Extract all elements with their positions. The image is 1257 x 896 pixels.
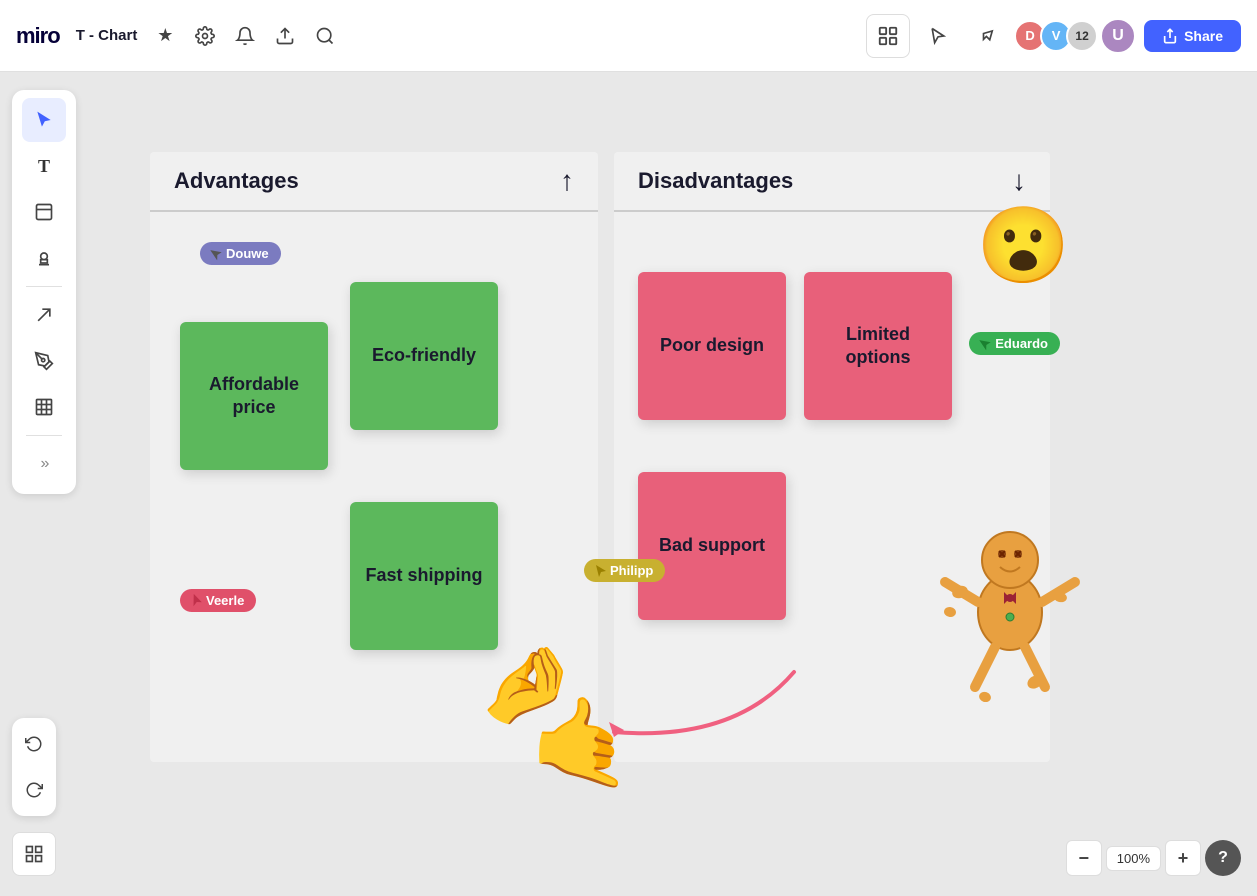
stamp-tool[interactable] (22, 236, 66, 280)
avatar-count: 12 (1066, 20, 1098, 52)
undo-button[interactable] (12, 722, 56, 766)
left-toolbar: T » (12, 90, 76, 494)
advantages-section: Advantages ↑ Douwe Affordable price Eco-… (150, 152, 598, 762)
advantages-title: Advantages (174, 168, 560, 194)
cursor-veerle: Veerle (180, 589, 256, 612)
tool-divider-2 (26, 435, 62, 436)
sticky-limited-options[interactable]: Limited options (804, 272, 952, 420)
sticky-bad-support[interactable]: Bad support (638, 472, 786, 620)
arrow-tool[interactable] (22, 293, 66, 337)
sticky-fast-shipping[interactable]: Fast shipping (350, 502, 498, 650)
zoom-in-button[interactable]: + (1165, 840, 1201, 876)
bell-button[interactable] (227, 18, 263, 54)
tchart: Advantages ↑ Douwe Affordable price Eco-… (150, 152, 1050, 762)
peace-hand-sticker: 🤙 (526, 688, 640, 797)
sticky-note-tool[interactable] (22, 190, 66, 234)
apps-button[interactable] (866, 14, 910, 58)
star-button[interactable]: ★ (147, 18, 183, 54)
collaborator-avatars[interactable]: D V 12 (1014, 20, 1098, 52)
pen-tool[interactable] (22, 339, 66, 383)
cursor-douwe: Douwe (200, 242, 281, 265)
disadvantages-title: Disadvantages (638, 168, 1012, 194)
user-avatar[interactable]: U (1100, 18, 1136, 54)
bottom-left-panel (12, 832, 56, 876)
redo-button[interactable] (12, 768, 56, 812)
settings-button[interactable] (187, 18, 223, 54)
search-button[interactable] (307, 18, 343, 54)
advantages-arrow: ↑ (560, 165, 574, 197)
surprised-emoji-sticker: 😮 (977, 202, 1070, 290)
select-tool[interactable] (22, 98, 66, 142)
miro-logo: miro (16, 23, 60, 49)
board-title: T - Chart (76, 27, 138, 44)
zoom-level: 100% (1106, 846, 1161, 871)
disadvantages-section: Disadvantages ↓ Poor design Limited opti… (614, 152, 1050, 762)
disadvantages-arrow: ↓ (1012, 165, 1026, 197)
pointer-tool-button[interactable] (968, 18, 1004, 54)
zoom-controls: − 100% + ? (1066, 840, 1241, 876)
gingerbread-sticker (930, 502, 1110, 722)
more-tools[interactable]: » (22, 442, 66, 486)
cursor-philipp: Philipp (584, 559, 665, 582)
frame-tool[interactable] (22, 385, 66, 429)
tool-divider-1 (26, 286, 62, 287)
advantages-body: Douwe Affordable price Eco-friendly Veer… (150, 212, 598, 762)
sticky-affordable-price[interactable]: Affordable price (180, 322, 328, 470)
advantages-header: Advantages ↑ (150, 152, 598, 212)
select-tool-button[interactable] (920, 18, 956, 54)
topbar-right: D V 12 U Share (866, 14, 1241, 58)
layers-button[interactable] (12, 832, 56, 876)
share-button[interactable]: Share (1144, 20, 1241, 52)
disadvantages-body: Poor design Limited options 😮 Eduardo Ba… (614, 212, 1050, 762)
topbar: miro T - Chart ★ D V 12 U Shar (0, 0, 1257, 72)
zoom-out-button[interactable]: − (1066, 840, 1102, 876)
sticky-poor-design[interactable]: Poor design (638, 272, 786, 420)
export-button[interactable] (267, 18, 303, 54)
cursor-eduardo: Eduardo (969, 332, 1060, 355)
help-button[interactable]: ? (1205, 840, 1241, 876)
undo-redo-panel (12, 718, 56, 816)
text-tool[interactable]: T (22, 144, 66, 188)
sticky-eco-friendly[interactable]: Eco-friendly (350, 282, 498, 430)
canvas[interactable]: Advantages ↑ Douwe Affordable price Eco-… (0, 72, 1257, 896)
